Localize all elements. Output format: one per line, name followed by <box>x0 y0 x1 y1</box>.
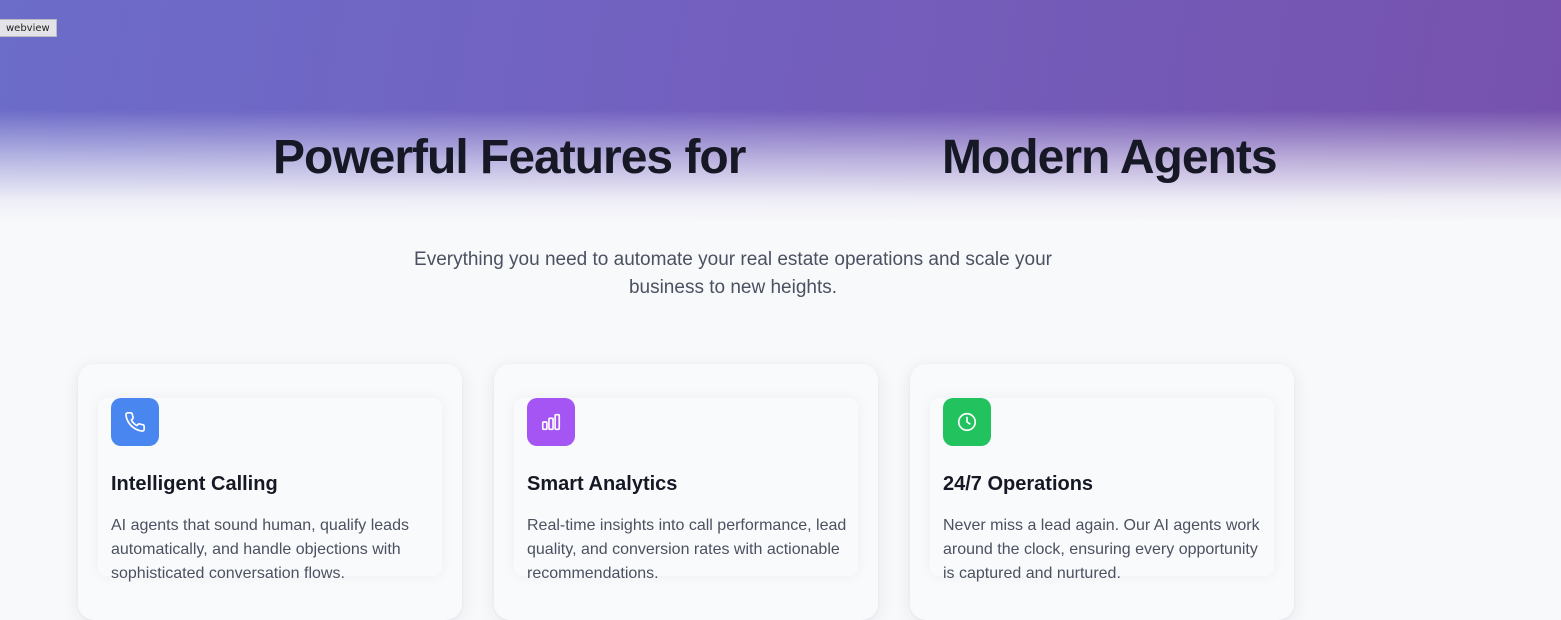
page-title-part2: Modern Agents <box>942 131 1278 184</box>
feature-icon-badge <box>111 398 159 446</box>
feature-card-intelligent-calling: Intelligent Calling AI agents that sound… <box>78 364 462 620</box>
feature-card-24-7-operations: 24/7 Operations Never miss a lead again.… <box>910 364 1294 620</box>
feature-icon-badge <box>943 398 991 446</box>
feature-description: Real-time insights into call performance… <box>527 517 847 582</box>
phone-icon <box>125 412 145 432</box>
page-subtitle: Everything you need to automate your rea… <box>414 249 1052 298</box>
feature-icon-badge <box>527 398 575 446</box>
feature-title: 24/7 Operations <box>943 473 1094 495</box>
bar-chart-icon <box>541 413 561 431</box>
feature-title: Intelligent Calling <box>111 473 278 495</box>
webview-tag: webview <box>0 19 57 37</box>
hero-fade <box>0 110 1561 222</box>
feature-description: AI agents that sound human, qualify lead… <box>111 517 409 582</box>
page-title-part1: Powerful Features for <box>273 131 746 184</box>
clock-icon <box>957 412 977 432</box>
feature-description: Never miss a lead again. Our AI agents w… <box>943 517 1260 582</box>
feature-title: Smart Analytics <box>527 473 678 495</box>
feature-card-smart-analytics: Smart Analytics Real-time insights into … <box>494 364 878 620</box>
